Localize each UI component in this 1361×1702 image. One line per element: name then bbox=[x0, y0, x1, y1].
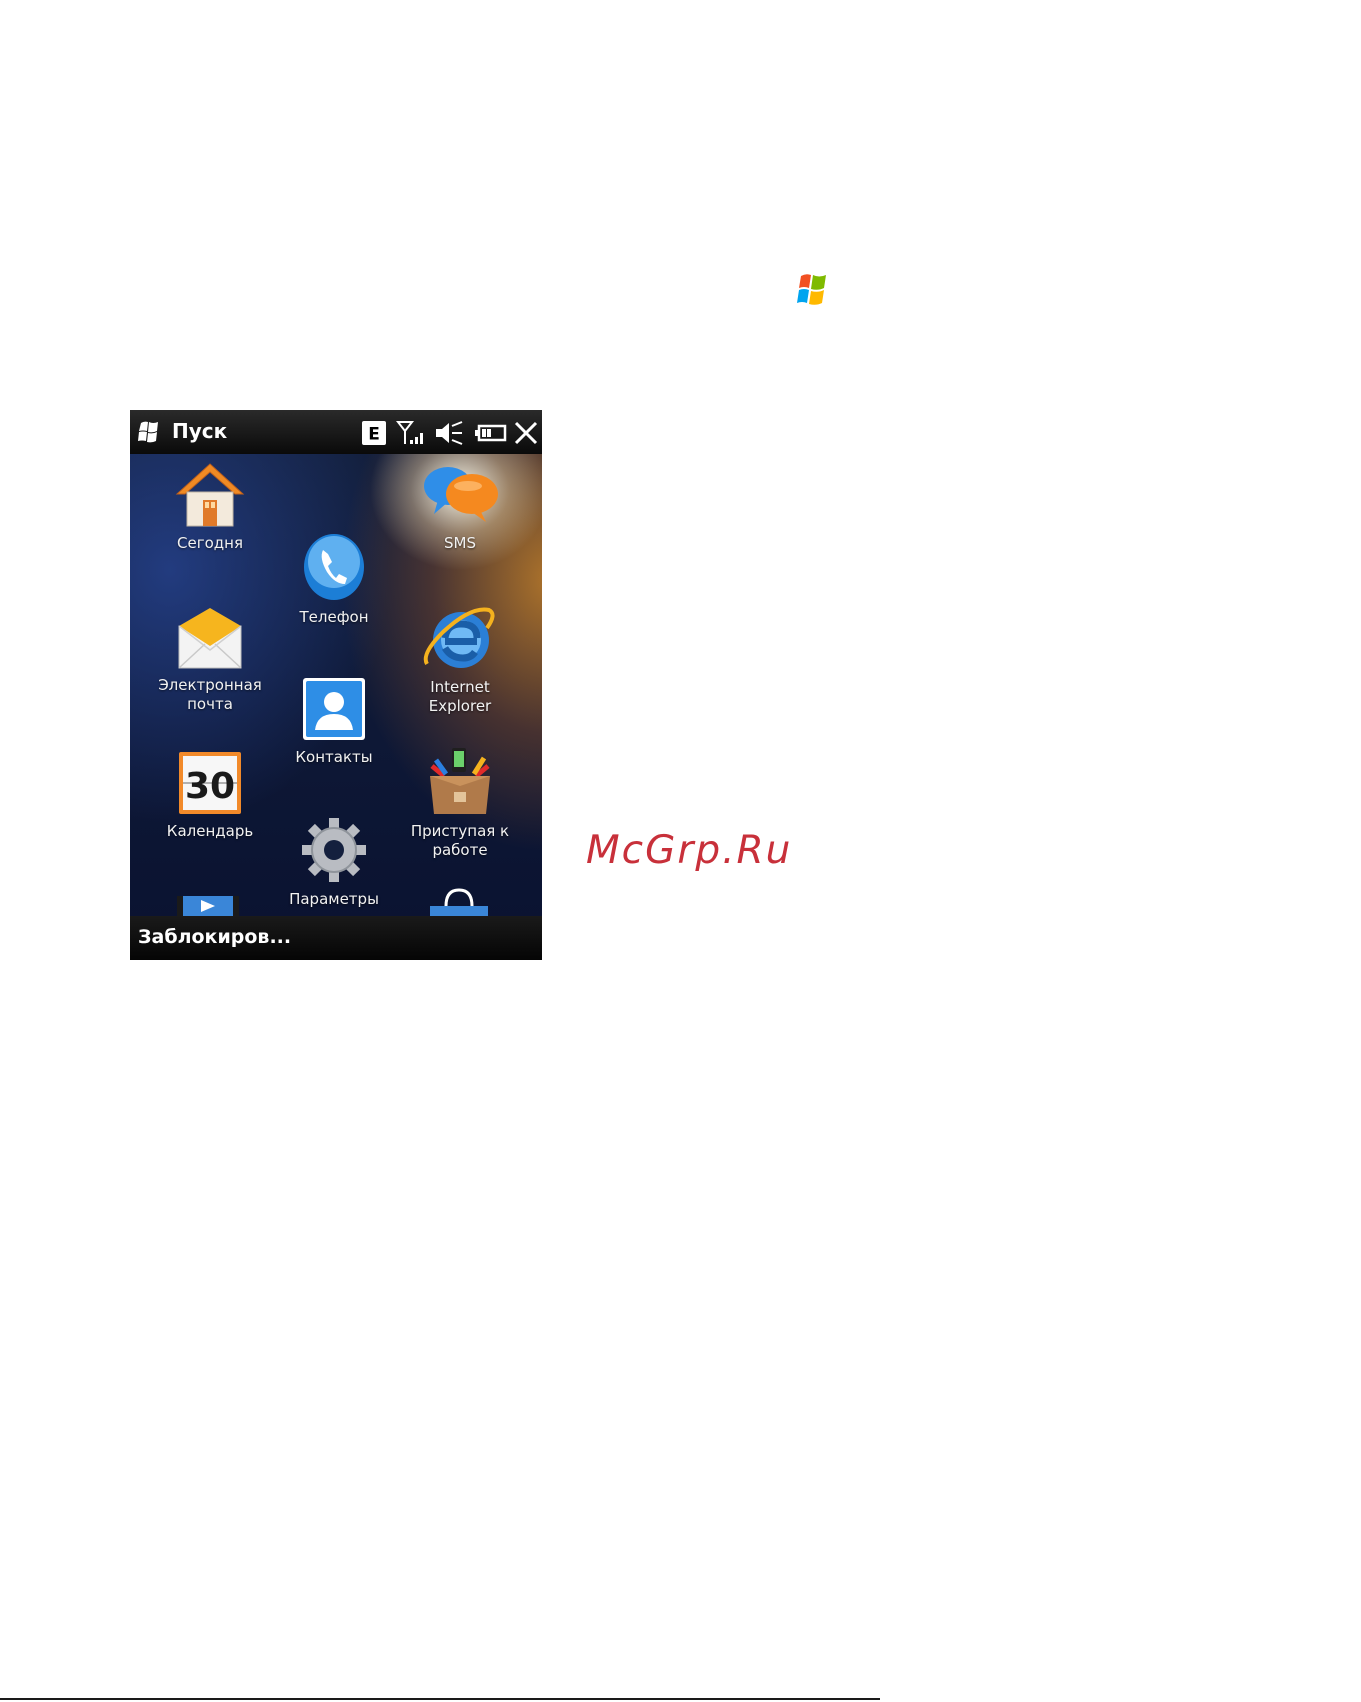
network-badge: E bbox=[368, 425, 380, 445]
tile-label: Internet Explorer bbox=[428, 678, 492, 715]
contact-card-icon bbox=[303, 678, 365, 740]
start-menu-grid: Сегодня SMS Телефон Электронная почта In… bbox=[130, 454, 542, 916]
tile-label: Календарь bbox=[166, 822, 254, 840]
house-icon bbox=[175, 463, 245, 527]
partial-bag-icon bbox=[430, 888, 488, 916]
tile-label: SMS bbox=[444, 534, 476, 552]
signal-icon[interactable] bbox=[396, 420, 424, 446]
calendar-icon: 30 bbox=[179, 752, 241, 814]
lock-softkey[interactable]: Заблокиров... bbox=[138, 926, 291, 948]
tile-label: Сегодня bbox=[177, 534, 243, 552]
tile-settings[interactable]: Параметры bbox=[272, 816, 396, 909]
speaker-muted-icon[interactable] bbox=[434, 420, 464, 446]
tile-label: Контакты bbox=[295, 748, 373, 766]
tile-today[interactable]: Сегодня bbox=[148, 462, 272, 553]
start-windows-icon[interactable] bbox=[136, 420, 162, 444]
edge-network-icon: E bbox=[362, 421, 386, 445]
watermark-text: McGrp.Ru bbox=[586, 828, 793, 873]
tile-contacts[interactable]: Контакты bbox=[272, 676, 396, 767]
envelope-icon bbox=[178, 608, 242, 669]
tile-label: Параметры bbox=[289, 890, 379, 908]
internet-explorer-icon bbox=[423, 607, 495, 668]
tile-internet-explorer[interactable]: Internet Explorer bbox=[398, 604, 522, 716]
tile-label: Электронная почта bbox=[158, 676, 262, 713]
softkey-bar: Заблокиров... bbox=[130, 916, 542, 960]
tile-email[interactable]: Электронная почта bbox=[148, 606, 272, 714]
tile-label: Телефон bbox=[299, 608, 369, 626]
tile-calendar[interactable]: 30 Календарь bbox=[148, 750, 272, 841]
gear-icon bbox=[302, 818, 366, 882]
phone-handset-icon bbox=[304, 534, 364, 600]
close-icon[interactable] bbox=[514, 420, 538, 446]
calendar-day: 30 bbox=[185, 766, 235, 807]
windows-logo-icon bbox=[797, 274, 826, 305]
title-bar: Пуск E bbox=[130, 410, 542, 454]
battery-icon[interactable] bbox=[475, 420, 507, 446]
chat-bubbles-icon bbox=[424, 467, 498, 522]
getting-started-box-icon bbox=[430, 748, 490, 814]
tile-label: Приступая к работе bbox=[410, 822, 510, 859]
tile-phone[interactable]: Телефон bbox=[272, 532, 396, 627]
start-title[interactable]: Пуск bbox=[172, 419, 227, 443]
phone-screen: Пуск E Сегодня SMS Телефон Электронная п… bbox=[130, 410, 542, 960]
footer-rule bbox=[0, 1698, 880, 1700]
tile-sms[interactable]: SMS bbox=[398, 462, 522, 553]
tile-getting-started[interactable]: Приступая к работе bbox=[398, 746, 522, 860]
partial-media-icon bbox=[177, 896, 239, 916]
